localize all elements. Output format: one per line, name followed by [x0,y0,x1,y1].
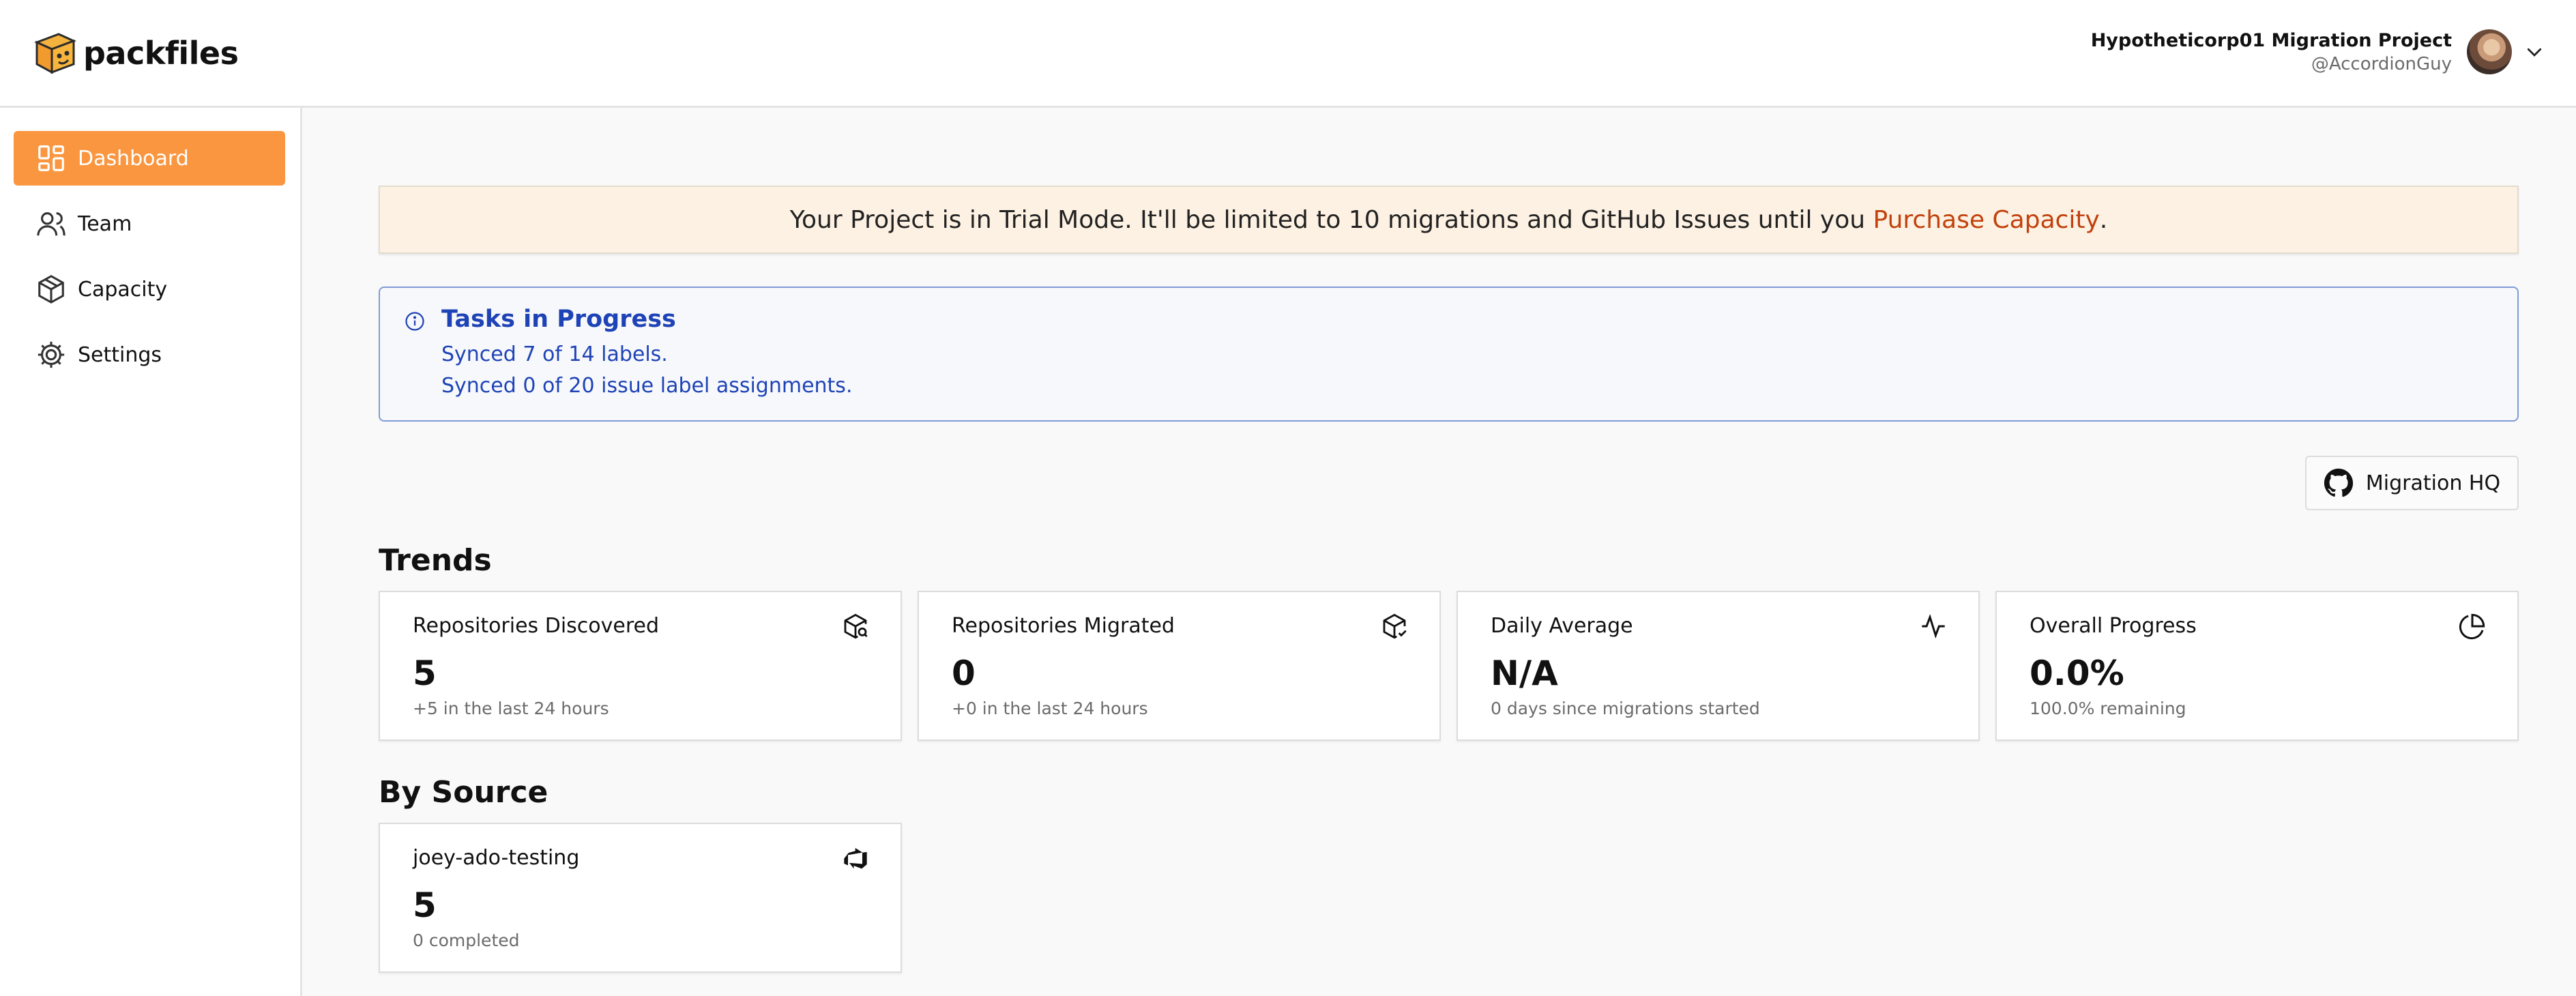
sidebar-item-label: Dashboard [78,146,189,171]
trial-banner: Your Project is in Trial Mode. It'll be … [379,186,2519,254]
user-menu[interactable]: Hypotheticorp01 Migration Project @Accor… [2091,29,2545,75]
by-source-heading: By Source [379,775,548,810]
stat-card-repositories-migrated: Repositories Migrated 0 +0 in the last 2… [918,591,1441,741]
trends-heading: Trends [379,543,492,578]
packfiles-logo-icon [34,33,76,74]
stat-card-repositories-discovered: Repositories Discovered 5 +5 in the last… [379,591,902,741]
activity-icon [1922,614,1945,639]
source-card-joey-ado-testing[interactable]: joey-ado-testing 5 0 completed [379,823,902,973]
card-value: 0.0% [2030,654,2124,693]
github-icon [2324,468,2354,497]
tasks-line: Synced 7 of 14 labels. [441,342,668,366]
pie-chart-icon [2459,613,2485,640]
sidebar-item-label: Capacity [78,277,168,302]
stat-card-overall-progress: Overall Progress 0.0% 100.0% remaining [1995,591,2519,741]
top-header: packfiles Hypotheticorp01 Migration Proj… [0,0,2576,108]
app-name: packfiles [83,35,239,72]
banner-text: Your Project is in Trial Mode. It'll be … [789,205,1873,234]
card-value: 5 [413,885,437,925]
user-info: Hypotheticorp01 Migration Project @Accor… [2091,29,2452,75]
settings-icon [38,341,65,368]
purchase-capacity-link[interactable]: Purchase Capacity [1873,206,2100,234]
info-icon [405,312,424,331]
chevron-down-icon[interactable] [2524,42,2545,62]
card-label: Repositories Migrated [952,614,1175,638]
card-subtext: +5 in the last 24 hours [413,699,609,718]
sidebar-item-capacity[interactable]: Capacity [14,262,285,317]
tasks-line: Synced 0 of 20 issue label assignments. [441,374,853,398]
card-label: Daily Average [1491,614,1633,638]
tasks-in-progress-alert: Tasks in Progress Synced 7 of 14 labels.… [379,287,2519,422]
migration-hq-label: Migration HQ [2365,471,2501,495]
capacity-icon [38,275,64,304]
sidebar-item-team[interactable]: Team [14,196,285,251]
card-subtext: 0 completed [413,931,520,950]
project-name: Hypotheticorp01 Migration Project [2090,30,2452,51]
username: @AccordionGuy [2311,54,2452,74]
card-label: Repositories Discovered [413,614,660,638]
avatar[interactable] [2467,29,2512,74]
card-label: joey-ado-testing [413,846,580,870]
package-check-icon [1383,613,1407,639]
azure-devops-icon [844,848,867,869]
card-label: Overall Progress [2030,614,2197,638]
sidebar-item-label: Team [78,211,132,236]
card-value: 0 [952,654,976,693]
card-subtext: +0 in the last 24 hours [952,699,1148,718]
package-search-icon [844,613,868,639]
stat-card-daily-average: Daily Average N/A 0 days since migration… [1457,591,1980,741]
banner-suffix: . [2099,205,2108,234]
card-value: N/A [1491,654,1558,693]
migration-hq-button[interactable]: Migration HQ [2305,456,2519,510]
card-subtext: 100.0% remaining [2030,699,2186,718]
team-icon [37,212,65,236]
logo[interactable]: packfiles [31,30,239,76]
sidebar: Dashboard Team Capacity Settings [0,108,302,996]
sidebar-item-dashboard[interactable]: Dashboard [14,131,285,186]
dashboard-icon [38,145,64,171]
card-subtext: 0 days since migrations started [1491,699,1760,718]
card-value: 5 [413,654,437,693]
sidebar-item-settings[interactable]: Settings [14,327,285,382]
tasks-title: Tasks in Progress [441,306,676,333]
sidebar-item-label: Settings [78,342,162,367]
